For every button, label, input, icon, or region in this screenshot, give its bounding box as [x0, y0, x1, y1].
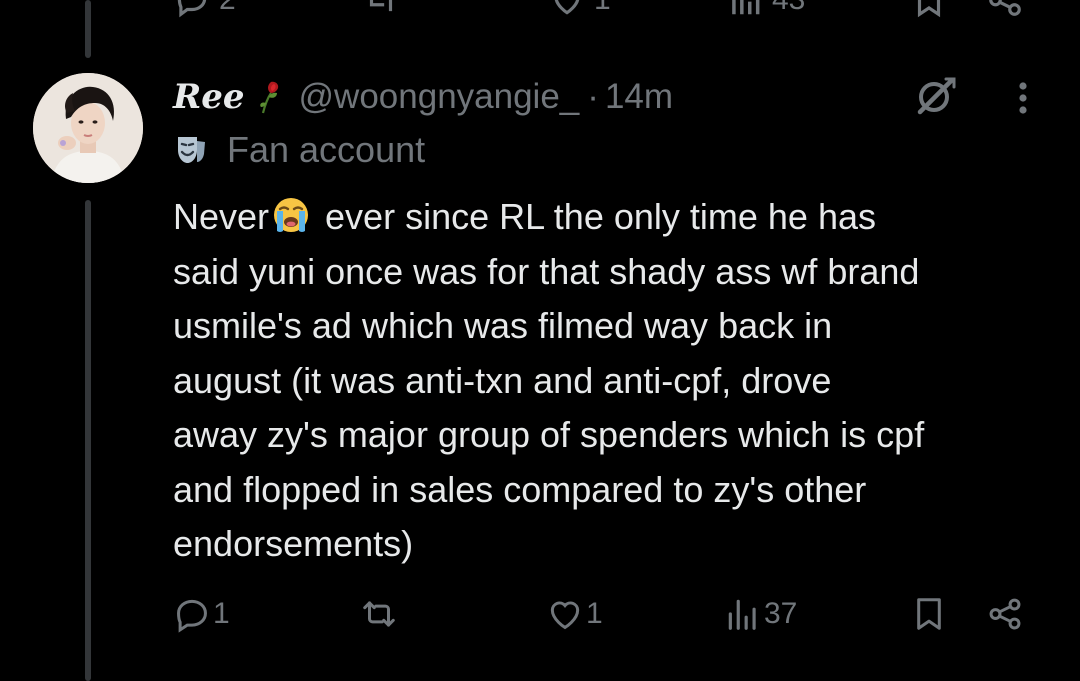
tweet-text-line-4: august (it was anti-txn and anti-cpf, dr…: [173, 359, 832, 401]
like-button[interactable]: 1: [546, 592, 603, 636]
share-icon: [989, 0, 1021, 16]
reply-count: 1: [213, 597, 230, 630]
heart-icon: [554, 0, 580, 15]
tweet-text-segment: ever since RL the only time he has: [315, 196, 876, 237]
previous-views-button[interactable]: 43: [726, 0, 805, 22]
views-icon: [732, 0, 760, 15]
account-label-text: Fan account: [227, 129, 426, 170]
loudly-crying-face-emoji: [274, 198, 309, 232]
previous-view-count: 43: [772, 0, 805, 17]
more-options-icon[interactable]: [1008, 78, 1038, 118]
tweet-header: Ree @woongnyangie_ · 14m: [173, 74, 673, 120]
timestamp[interactable]: 14m: [605, 77, 673, 117]
tweet-text-line-7: endorsements): [173, 523, 414, 564]
account-label: Fan account: [173, 128, 425, 172]
retweet-icon: [363, 601, 395, 627]
bookmark-icon: [917, 598, 941, 630]
views-button[interactable]: 37: [724, 592, 797, 636]
share-icon: [989, 598, 1021, 630]
previous-retweet-button[interactable]: [362, 0, 400, 22]
tweet-text-segment: Never: [173, 196, 270, 237]
performing-arts-mask-icon: [178, 137, 205, 163]
avatar[interactable]: [33, 73, 143, 183]
tweet-text-line-1: Never ever since RL the only time he has: [173, 190, 1063, 245]
previous-reply-count: 2: [219, 0, 236, 17]
views-icon: [728, 599, 756, 630]
wilted-rose-emoji: [259, 81, 278, 114]
previous-bookmark-button[interactable]: [910, 0, 948, 22]
retweet-button[interactable]: [360, 592, 400, 636]
user-handle[interactable]: @woongnyangie_: [299, 77, 580, 117]
header-separator: ·: [587, 77, 599, 116]
tweet-text-line-6: and flopped in sales compared to zy's ot…: [173, 468, 867, 510]
tweet-text: Never ever since RL the only time he has…: [173, 190, 1063, 572]
previous-like-count: 1: [594, 0, 611, 17]
tweet-text-line-5: away zy's major group of spenders which …: [173, 414, 925, 455]
reply-button[interactable]: 1: [173, 592, 230, 636]
like-count: 1: [586, 597, 603, 630]
bookmark-button[interactable]: [910, 592, 948, 636]
previous-share-button[interactable]: [986, 0, 1024, 22]
reply-icon: [177, 599, 207, 633]
tweet-text-line-2: said yuni once was for that shady ass wf…: [173, 250, 920, 292]
grok-icon[interactable]: [912, 76, 958, 116]
tweet-action-bar: 1 1 37: [0, 592, 1080, 636]
previous-reply-button[interactable]: 2: [173, 0, 236, 22]
previous-tweet-action-bar: 2 1 43: [0, 0, 1080, 18]
tweet-text-line-3: usmile's ad which was filmed way back in: [173, 305, 833, 346]
previous-like-button[interactable]: 1: [548, 0, 611, 22]
share-button[interactable]: [986, 592, 1024, 636]
view-count: 37: [764, 597, 798, 630]
retweet-icon: [369, 0, 393, 12]
reply-icon: [177, 0, 207, 18]
bookmark-icon: [917, 0, 941, 18]
display-name[interactable]: Ree: [173, 77, 245, 117]
heart-icon: [550, 601, 580, 630]
avatar-photo: [33, 73, 143, 183]
